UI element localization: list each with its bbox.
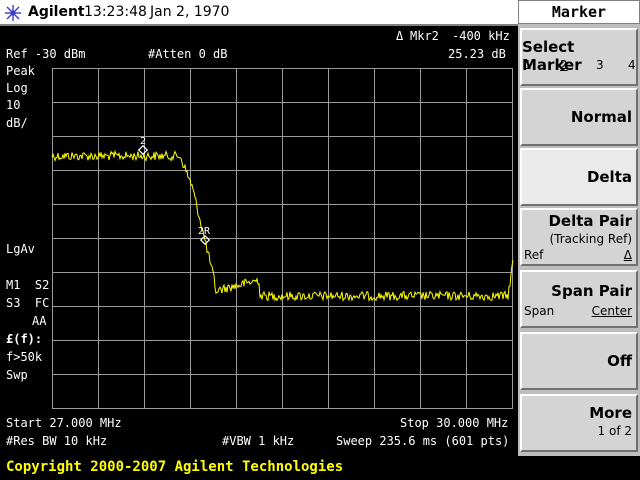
status-bar: Copyright 2000-2007 Agilent Technologies — [0, 456, 640, 480]
off-softkey[interactable]: Off — [520, 332, 638, 390]
select-marker-label: Select Marker — [522, 38, 582, 74]
spectrum-trace-plot: 2 2R — [51, 136, 514, 302]
resolution-bandwidth: #Res BW 10 kHz — [6, 434, 108, 448]
normal-softkey[interactable]: Normal — [520, 88, 638, 146]
spectrum-trace — [51, 149, 514, 302]
start-frequency: Start 27.000 MHz — [6, 416, 122, 430]
marker-2r-label: 2R — [198, 226, 211, 237]
marker-option-3: 3 — [596, 58, 604, 72]
delta-pair-softkey[interactable]: Delta Pair (Tracking Ref) Ref Δ — [520, 208, 638, 266]
delta-pair-ref-option: Ref — [524, 248, 544, 262]
sweep-time: Sweep 235.6 ms (601 pts) — [336, 434, 510, 448]
menu-title: Marker — [518, 0, 640, 24]
off-label: Off — [607, 352, 632, 370]
delta-pair-delta-option: Δ — [623, 248, 632, 262]
delta-softkey[interactable]: Delta — [520, 148, 638, 206]
video-bandwidth: #VBW 1 kHz — [222, 434, 295, 448]
more-softkey[interactable]: More 1 of 2 — [520, 394, 638, 452]
select-marker-softkey[interactable]: Select Marker 1 2 3 4 — [520, 28, 638, 86]
delta-pair-label: Delta Pair — [548, 212, 632, 230]
more-page-indicator: 1 of 2 — [597, 424, 632, 438]
span-pair-center-option: Center — [591, 304, 632, 318]
marker-option-4: 4 — [628, 58, 636, 72]
normal-label: Normal — [570, 108, 632, 126]
span-pair-softkey[interactable]: Span Pair Span Center — [520, 270, 638, 328]
delta-label: Delta — [586, 168, 632, 186]
stop-frequency: Stop 30.000 MHz — [400, 416, 509, 430]
marker-2-label: 2 — [140, 136, 146, 147]
more-label: More — [589, 404, 632, 422]
softkey-panel: Marker Select Marker 1 2 3 4 Normal Delt… — [518, 0, 640, 480]
span-pair-label: Span Pair — [551, 282, 632, 300]
marker-2-diamond — [137, 144, 149, 156]
marker-option-2: 2 — [560, 58, 568, 72]
delta-pair-sublabel: (Tracking Ref) — [549, 232, 632, 246]
span-pair-span-option: Span — [524, 304, 555, 318]
copyright-text: Copyright 2000-2007 Agilent Technologies — [6, 459, 344, 475]
analyzer-display: Agilent 13:23:48 Jan 2, 1970 Δ Mkr2 -400… — [0, 0, 518, 456]
marker-option-1: 1 — [524, 58, 532, 72]
